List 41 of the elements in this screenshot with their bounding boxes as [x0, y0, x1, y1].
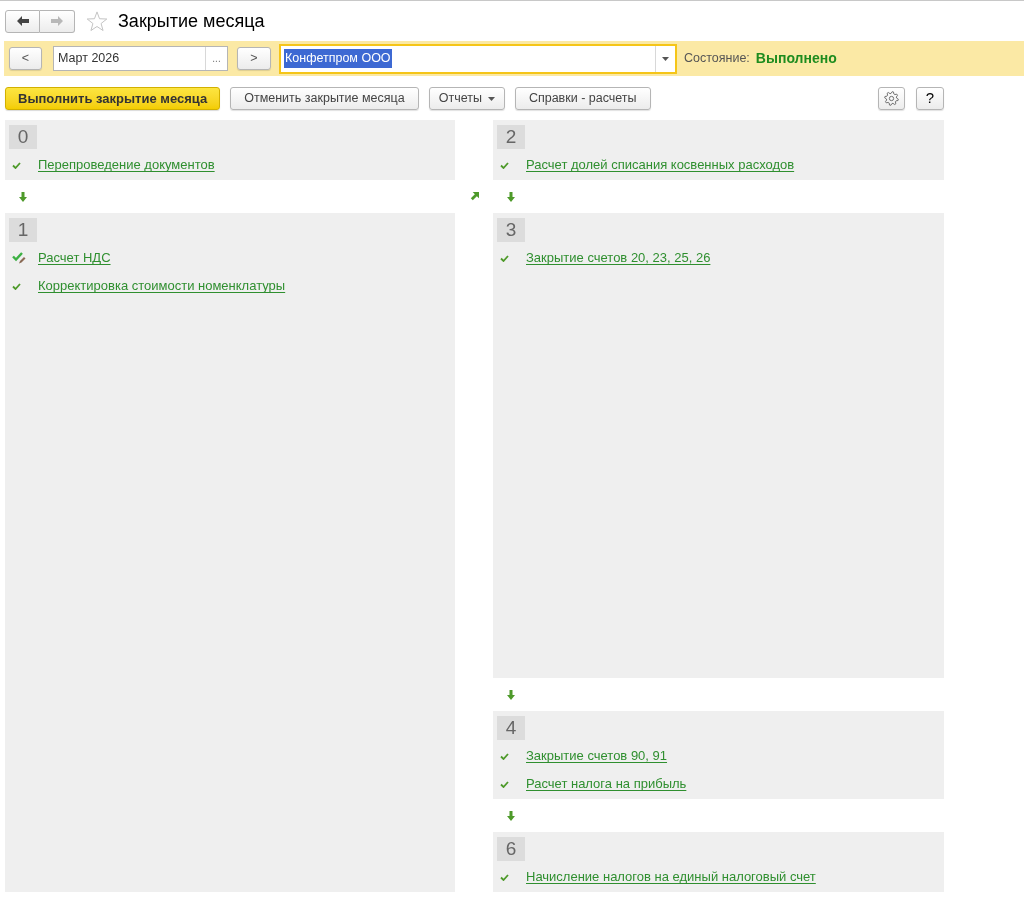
task-link[interactable]: Начисление налогов на единый налоговый счет — [526, 867, 816, 887]
arrow-down-icon — [19, 191, 27, 202]
status-label: Состояние: — [684, 50, 750, 68]
period-field[interactable]: Март 2026 ... — [53, 46, 228, 71]
caret-icon — [487, 96, 495, 101]
stage-number: 1 — [9, 218, 37, 242]
stage-number: 4 — [497, 716, 525, 740]
stage-number: 3 — [497, 218, 525, 242]
previous-period-button[interactable]: < — [9, 47, 42, 70]
arrow-up-right-icon — [469, 192, 479, 201]
stage-number: 6 — [497, 837, 525, 861]
back-button[interactable] — [5, 9, 40, 33]
primary-button[interactable]: Выполнить закрытие месяца — [5, 87, 221, 110]
arrow-down-icon — [507, 810, 515, 821]
organization-value: Конфетпром ООО — [284, 49, 392, 68]
arrow-left-icon — [16, 16, 29, 26]
stage-number: 0 — [9, 125, 37, 149]
next-period-button[interactable]: > — [237, 47, 271, 70]
task-link[interactable]: Перепроведение документов — [38, 155, 215, 175]
organization-field[interactable]: Конфетпром ООО — [279, 43, 677, 74]
stage-number: 2 — [497, 125, 525, 149]
page-title: Закрытие месяца — [118, 9, 265, 33]
toolbar-button[interactable]: Отменить закрытие месяца — [230, 87, 419, 110]
task-link[interactable]: Закрытие счетов 90, 91 — [526, 746, 668, 766]
task-link[interactable]: Расчет долей списания косвенных расходов — [526, 155, 795, 175]
arrow-down-icon — [507, 689, 515, 700]
task-link[interactable]: Закрытие счетов 20, 23, 25, 26 — [526, 248, 711, 268]
status-value: Выполнено — [755, 49, 837, 68]
help-button[interactable]: ? — [916, 87, 944, 110]
task-link[interactable]: Расчет НДС — [38, 248, 111, 268]
choose-period-button[interactable]: ... — [205, 47, 227, 70]
star-icon[interactable] — [86, 10, 108, 32]
toolbar-button[interactable]: Справки - расчеты — [514, 87, 651, 110]
menu-button[interactable]: Отчеты — [428, 87, 505, 110]
task-link[interactable]: Расчет налога на прибыль — [526, 774, 687, 794]
task-link[interactable]: Корректировка стоимости номенклатуры — [38, 276, 286, 296]
arrow-right-icon — [51, 16, 63, 26]
caret-icon — [662, 56, 669, 61]
settings-button[interactable] — [878, 87, 905, 110]
settings-icon — [884, 91, 899, 106]
arrow-down-icon — [507, 191, 515, 202]
